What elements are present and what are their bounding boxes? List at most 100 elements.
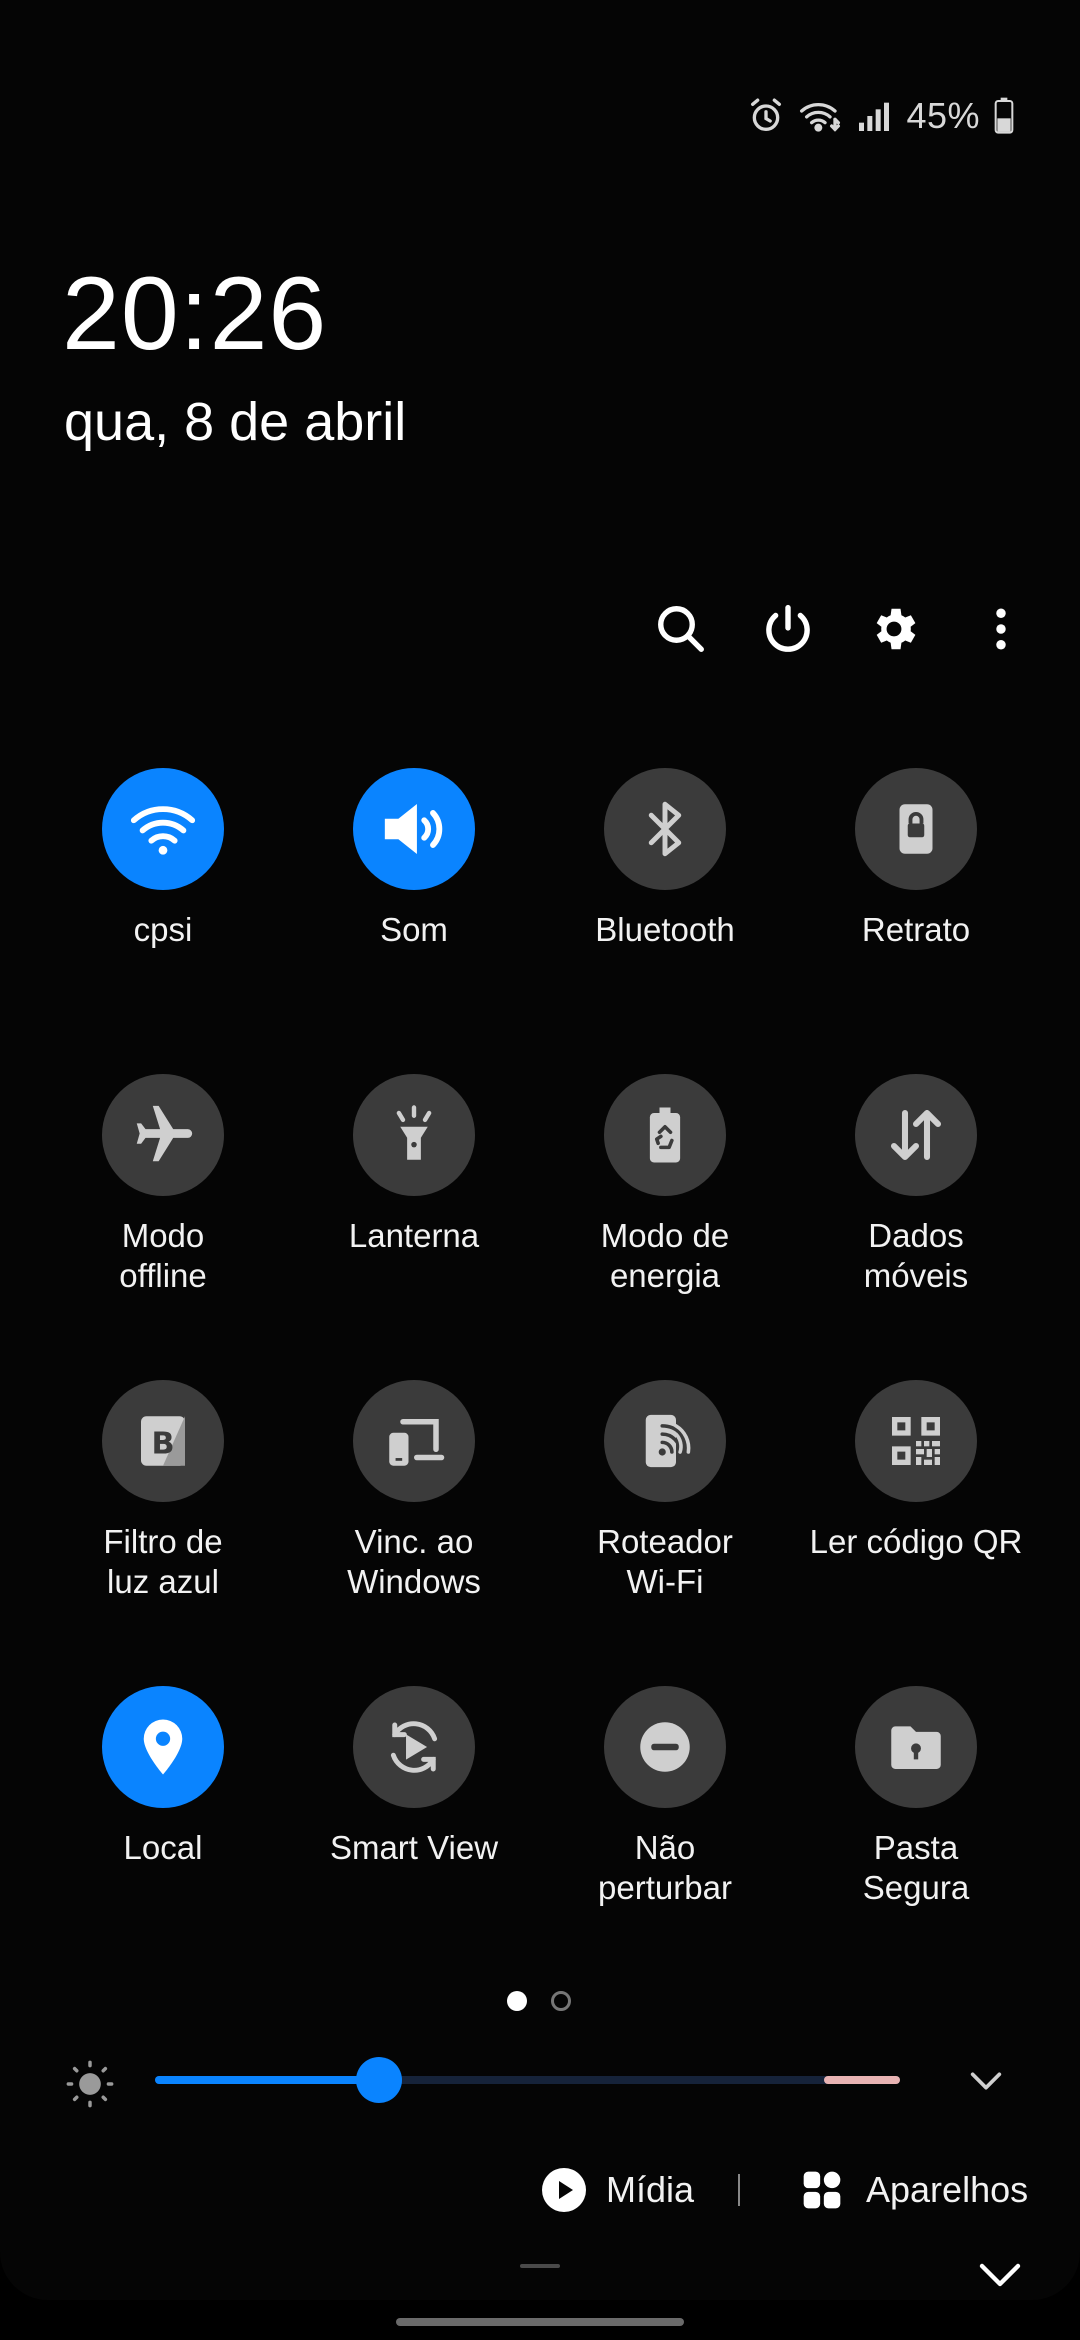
- tile-wifi-hotspot[interactable]: Roteador Wi-Fi: [539, 1380, 791, 1620]
- tile-qr-scanner[interactable]: Ler código QR: [790, 1380, 1042, 1620]
- tile-smart-view[interactable]: Smart View: [288, 1686, 540, 1926]
- tile-wifi-button[interactable]: [102, 768, 224, 890]
- tile-location-label: Local: [123, 1829, 203, 1866]
- wifi-icon: [798, 96, 842, 136]
- tile-bluetooth-button[interactable]: [604, 768, 726, 890]
- search-button[interactable]: [648, 596, 714, 662]
- tile-bluetooth-label: Bluetooth: [595, 911, 735, 948]
- clock-date[interactable]: qua, 8 de abril: [64, 395, 406, 449]
- volume-icon: [384, 803, 443, 855]
- settings-icon: [876, 608, 916, 650]
- battery-percentage: 45%: [906, 95, 980, 136]
- tile-link-to-windows[interactable]: Vinc. ao Windows: [288, 1380, 540, 1620]
- tile-power-mode[interactable]: Modo de energia: [539, 1074, 791, 1314]
- tile-flashlight-label: Lanterna: [348, 1217, 480, 1254]
- tile-sound-button[interactable]: [353, 768, 475, 890]
- tile-airplane-mode[interactable]: Modo offline: [37, 1074, 289, 1314]
- smart-view-icon: [390, 1721, 438, 1773]
- brightness-slider-warm-zone: [824, 2076, 900, 2084]
- portrait-lock-icon: [899, 804, 933, 854]
- tile-bluetooth[interactable]: Bluetooth: [539, 768, 791, 1008]
- tile-flashlight[interactable]: Lanterna: [288, 1074, 540, 1314]
- tile-mobile-data-button[interactable]: [855, 1074, 977, 1196]
- tile-do-not-disturb-button[interactable]: [604, 1686, 726, 1808]
- tile-qr-scanner-label: Ler código QR: [809, 1523, 1023, 1560]
- location-icon: [143, 1719, 183, 1775]
- battery-icon: [992, 96, 1016, 136]
- clock-time[interactable]: 20:26: [62, 262, 327, 366]
- tile-wifi-hotspot-button[interactable]: [604, 1380, 726, 1502]
- devices-label: Aparelhos: [866, 2169, 1029, 2210]
- tile-location[interactable]: Local: [37, 1686, 289, 1926]
- power-icon: [766, 604, 810, 652]
- tile-airplane-mode-label: Modo offline: [119, 1217, 207, 1294]
- page-indicator-dot-1: [507, 1991, 527, 2011]
- cell-signal-icon: [854, 96, 894, 136]
- devices-grid-icon: [803, 2171, 841, 2209]
- tile-power-mode-button[interactable]: [604, 1074, 726, 1196]
- brightness-slider[interactable]: [155, 2076, 900, 2084]
- tile-mobile-data-label: Dados móveis: [863, 1217, 969, 1294]
- tile-smart-view-label: Smart View: [329, 1829, 499, 1866]
- tile-do-not-disturb-label: Não perturbar: [598, 1829, 732, 1906]
- tile-link-to-windows-button[interactable]: [353, 1380, 475, 1502]
- blue-light-filter-icon: B: [141, 1416, 185, 1466]
- brightness-slider-thumb[interactable]: [355, 2057, 402, 2103]
- qr-code-icon: [892, 1417, 940, 1465]
- alarm-icon: [746, 96, 786, 136]
- flashlight-icon: [396, 1105, 432, 1160]
- tile-secure-folder-button[interactable]: [855, 1686, 977, 1808]
- tile-location-button[interactable]: [102, 1686, 224, 1808]
- wifi-icon: [130, 806, 196, 855]
- divider: [738, 2174, 740, 2206]
- tile-blue-light-filter-label: Filtro de luz azul: [103, 1523, 223, 1600]
- secure-folder-icon: [891, 1726, 941, 1769]
- chevron-down-icon[interactable]: [976, 2258, 1024, 2292]
- mobile-data-icon: [890, 1109, 942, 1161]
- tile-secure-folder[interactable]: Pasta Segura: [790, 1686, 1042, 1926]
- tile-portrait-label: Retrato: [861, 911, 971, 948]
- tile-sound[interactable]: Som: [288, 768, 540, 1008]
- chevron-down-icon[interactable]: [966, 2066, 1006, 2096]
- gesture-navigation-bar[interactable]: [396, 2318, 684, 2326]
- brightness-icon: [66, 2060, 114, 2108]
- tile-smart-view-button[interactable]: [353, 1686, 475, 1808]
- tile-blue-light-filter-button[interactable]: B: [102, 1380, 224, 1502]
- tile-qr-scanner-button[interactable]: [855, 1380, 977, 1502]
- tile-wifi-label: cpsi: [133, 911, 193, 948]
- tile-wifi-hotspot-label: Roteador Wi-Fi: [597, 1523, 733, 1600]
- panel-drag-handle[interactable]: [520, 2264, 560, 2268]
- tile-secure-folder-label: Pasta Segura: [862, 1829, 970, 1906]
- tile-do-not-disturb[interactable]: Não perturbar: [539, 1686, 791, 1926]
- settings-button[interactable]: [861, 596, 927, 662]
- svg-text:B: B: [151, 1426, 174, 1461]
- airplane-icon: [136, 1105, 193, 1162]
- tile-sound-label: Som: [380, 911, 448, 948]
- tile-wifi[interactable]: cpsi: [37, 768, 289, 1008]
- status-bar: 45%: [746, 92, 1016, 140]
- tile-flashlight-button[interactable]: [353, 1074, 475, 1196]
- tile-blue-light-filter[interactable]: B Filtro de luz azul: [37, 1380, 289, 1620]
- brightness-slider-fill: [155, 2076, 379, 2084]
- bluetooth-icon: [648, 801, 682, 857]
- do-not-disturb-icon: [640, 1722, 690, 1772]
- tile-power-mode-label: Modo de energia: [600, 1217, 730, 1294]
- hotspot-icon: [645, 1414, 691, 1468]
- media-button[interactable]: Mídia: [540, 2164, 694, 2216]
- more-icon: [996, 608, 1006, 650]
- link-to-windows-icon: [389, 1419, 445, 1466]
- tile-mobile-data[interactable]: Dados móveis: [790, 1074, 1042, 1314]
- tile-portrait[interactable]: Retrato: [790, 768, 1042, 1008]
- tile-link-to-windows-label: Vinc. ao Windows: [347, 1523, 481, 1600]
- devices-button[interactable]: Aparelhos: [800, 2164, 1028, 2216]
- tile-airplane-mode-button[interactable]: [102, 1074, 224, 1196]
- quick-panel: 45% 20:26 qua, 8 de abril cpsi Som Bluet…: [0, 0, 1080, 2300]
- search-icon: [658, 606, 704, 652]
- power-button[interactable]: [755, 596, 821, 662]
- tile-portrait-button[interactable]: [855, 768, 977, 890]
- play-icon: [542, 2168, 586, 2212]
- power-mode-icon: [649, 1107, 681, 1163]
- page-indicator-dot-2: [551, 1991, 571, 2011]
- more-options-button[interactable]: [968, 596, 1034, 662]
- media-label: Mídia: [606, 2169, 695, 2210]
